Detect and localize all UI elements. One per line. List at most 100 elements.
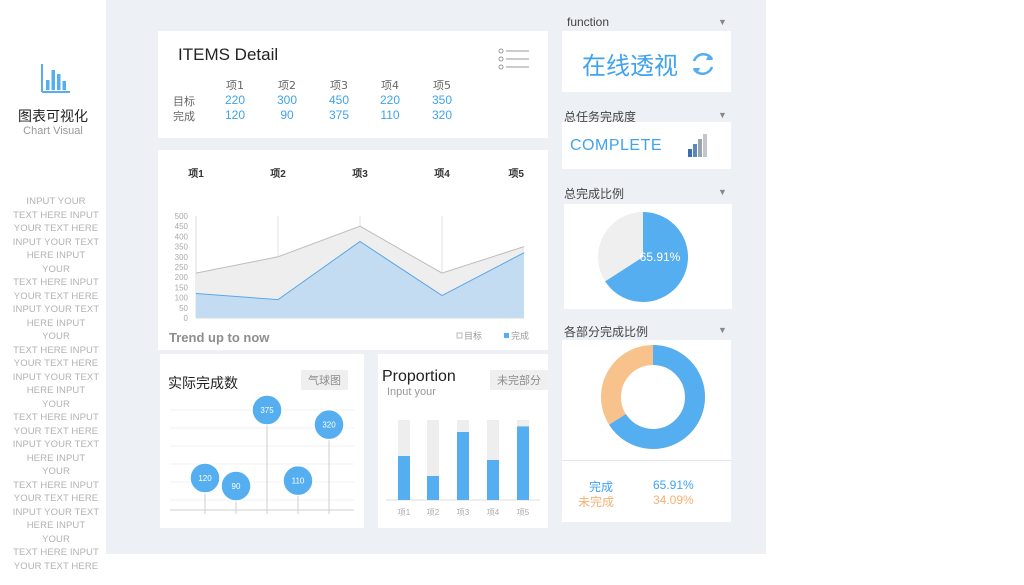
data-label: 110 xyxy=(292,477,305,486)
x-tick-label: 项5 xyxy=(517,508,530,517)
sidebar-placeholder-line: HERE INPUT YOUR xyxy=(26,452,86,478)
trend-area-chart-card: 项1 项2 项3 项4 项5 0 50 100 150 200 250 300 350 400 450 500… xyxy=(158,150,548,350)
refresh-icon[interactable] xyxy=(689,50,717,78)
sidebar-placeholder-line: YOUR TEXT HERE xyxy=(13,358,99,369)
row-value: 220 xyxy=(379,93,401,107)
legend-swatch-done xyxy=(504,333,509,338)
bar-chart-icon xyxy=(41,64,70,93)
x-tick-label: 项3 xyxy=(457,508,470,517)
y-tick-label: 450 xyxy=(175,222,189,231)
x-tick-label: 项3 xyxy=(352,168,368,180)
legend-label-target: 目标 xyxy=(464,330,482,341)
x-tick-label: 项4 xyxy=(434,168,450,180)
sidebar-placeholder-line: INPUT YOUR TEXT xyxy=(12,506,100,518)
dropdown-triangle-icon[interactable]: ▼ xyxy=(718,17,727,27)
sidebar-subtitle: Chart Visual xyxy=(23,125,83,137)
x-tick-label: 项2 xyxy=(270,168,286,180)
y-tick-label: 300 xyxy=(175,253,189,262)
sidebar-placeholder-line: TEXT HERE INPUT xyxy=(13,547,99,558)
data-label: 90 xyxy=(232,482,241,491)
y-tick-label: 350 xyxy=(175,243,189,252)
sidebar-placeholder-line: YOUR TEXT HERE xyxy=(13,223,99,234)
x-tick-label: 项4 xyxy=(487,508,500,517)
proportion-bar-chart: 项1 项2 项3 项4 项5 xyxy=(386,420,540,517)
sidebar-placeholder-line: YOUR TEXT HERE xyxy=(13,493,99,504)
pie-data-label: 65.91% xyxy=(640,250,681,264)
data-label: 320 xyxy=(322,421,336,430)
sidebar-placeholder-line: TEXT HERE INPUT xyxy=(13,277,99,288)
sidebar-title: 图表可视化 xyxy=(18,109,88,125)
balloon-chart: 120 90 375 110 320 xyxy=(170,394,354,514)
sidebar-placeholder-line: YOUR TEXT HERE xyxy=(13,425,99,437)
completion-pie-chart: 65.91% xyxy=(598,212,688,302)
sidebar-placeholder-line: INPUT YOUR xyxy=(26,196,86,207)
row-value: 450 xyxy=(328,93,350,107)
donut-label: 各部分完成比例 xyxy=(564,325,649,339)
main-panel: ITEMS Detail 项1 项2 项3 项4 项5 目标 220 300 4… xyxy=(106,0,766,554)
row-label: 完成 xyxy=(173,110,195,123)
part-completion-donut-chart xyxy=(601,345,705,449)
dashboard: 图表可视化 Chart Visual INPUT YOUR TEXT HERE I… xyxy=(0,0,1024,585)
sidebar-placeholder-line: HERE INPUT YOUR xyxy=(26,520,86,545)
row-label: 目标 xyxy=(173,95,195,108)
sidebar-placeholder-line: YOUR TEXT HERE xyxy=(13,290,99,302)
bar-done xyxy=(517,426,529,500)
header-cell: 项4 xyxy=(381,79,399,92)
sidebar-placeholder-line: TEXT HERE INPUT xyxy=(13,344,99,356)
bar-done xyxy=(487,460,499,500)
bar-done xyxy=(427,476,439,500)
proportion-chart-card: Proportion Input your 未完部分 项1 项2 项3 项4 项5 xyxy=(378,354,548,528)
row-value: 90 xyxy=(280,108,294,122)
legend-done-value: 65.91% xyxy=(653,478,694,492)
sidebar-placeholder-line: TEXT HERE INPUT xyxy=(13,412,99,423)
header-cell: 项3 xyxy=(330,79,348,92)
row-value: 120 xyxy=(224,108,246,122)
dropdown-triangle-icon[interactable]: ▼ xyxy=(718,187,727,197)
divider xyxy=(562,460,731,461)
y-tick-label: 250 xyxy=(175,263,189,272)
dropdown-triangle-icon[interactable]: ▼ xyxy=(718,325,727,335)
legend-undone-name: 未完成 xyxy=(578,495,615,509)
sidebar-placeholder-line: INPUT YOUR TEXT xyxy=(12,371,100,383)
completion-text: COMPLETE xyxy=(570,137,663,154)
row-value: 220 xyxy=(224,93,246,107)
function-label: function xyxy=(567,15,610,29)
completion-card: COMPLETE xyxy=(562,122,731,169)
y-tick-label: 0 xyxy=(184,314,189,323)
function-text: 在线透视 xyxy=(582,52,678,80)
x-tick-label: 项1 xyxy=(188,168,204,180)
row-value: 375 xyxy=(328,108,350,122)
y-tick-label: 100 xyxy=(175,294,189,303)
signal-bars-icon xyxy=(688,134,707,157)
list-menu-icon[interactable] xyxy=(498,48,530,70)
header-cell: 项2 xyxy=(278,79,296,92)
y-tick-label: 500 xyxy=(175,212,189,221)
row-value: 350 xyxy=(431,93,453,107)
donut-group xyxy=(601,345,705,449)
y-tick-label: 50 xyxy=(179,304,188,313)
sidebar-placeholder-line: INPUT YOUR TEXT xyxy=(12,236,100,248)
y-tick-label: 200 xyxy=(175,273,189,282)
pie-label: 总完成比例 xyxy=(564,187,625,201)
sidebar-placeholder-line: HERE INPUT YOUR xyxy=(26,250,86,275)
sidebar-placeholder-text: INPUT YOUR TEXT HERE INPUT YOUR TEXT HERE I… xyxy=(12,195,100,573)
legend-swatch-target xyxy=(456,332,463,339)
row-value: 320 xyxy=(431,108,453,122)
donut-card: 完成 65.91% 未完成 34.09% xyxy=(562,340,731,522)
function-card[interactable]: 在线透视 xyxy=(562,31,731,92)
bar-done xyxy=(457,432,469,500)
x-tick-label: 项2 xyxy=(427,508,440,517)
items-detail-card: ITEMS Detail 项1 项2 项3 项4 项5 目标 220 300 4… xyxy=(158,31,548,138)
trend-area-chart: 项1 项2 项3 项4 项5 050100 150200250300350 400450500… xyxy=(169,168,529,345)
chart-title: Trend up to now xyxy=(169,330,270,345)
data-label: 120 xyxy=(198,474,212,483)
bar-done xyxy=(398,456,410,500)
sidebar-placeholder-line: INPUT YOUR TEXT xyxy=(12,439,100,450)
sidebar-placeholder-line: HERE INPUT YOUR xyxy=(26,317,86,343)
header-cell: 项5 xyxy=(433,79,451,92)
x-tick-label: 项1 xyxy=(398,508,411,517)
dropdown-triangle-icon[interactable]: ▼ xyxy=(718,110,727,120)
row-value: 110 xyxy=(380,108,400,122)
row-value: 300 xyxy=(276,93,298,107)
sidebar-placeholder-line: INPUT YOUR TEXT xyxy=(12,304,100,315)
